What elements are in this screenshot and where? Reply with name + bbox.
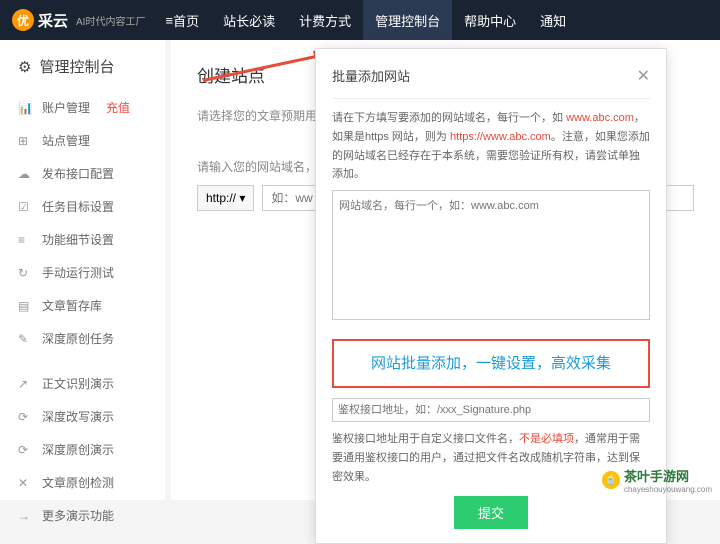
nav-console[interactable]: 管理控制台 [363,0,452,40]
nav-billing[interactable]: 计费方式 [287,0,363,40]
logo: 优 采云 AI时代内容工厂 [12,9,145,31]
watermark: 🍵 茶叶手游网 chayeshouyouwang.com [602,466,712,494]
sidebar-item-detect[interactable]: ✕文章原创检测 [0,466,165,499]
sidebar-item-publish[interactable]: ☁发布接口配置 [0,157,165,190]
sidebar-item-storage[interactable]: ▤文章暂存库 [0,289,165,322]
sidebar-item-textdemo[interactable]: ↗正文识别演示 [0,367,165,400]
gear-icon: ⚙ [18,58,31,76]
domains-textarea[interactable] [332,190,650,320]
check-icon: ☑ [18,200,32,214]
sidebar-item-account[interactable]: 📊账户管理充值 [0,91,165,124]
sidebar-item-original[interactable]: ✎深度原创任务 [0,322,165,355]
logo-badge: 优 [12,9,34,31]
sidebar-item-origdemo[interactable]: ⟳深度原创演示 [0,433,165,466]
cycle-icon: ⟳ [18,410,32,424]
close-icon[interactable]: ✕ [637,63,650,90]
arrow-icon: ↗ [18,377,32,391]
submit-button[interactable]: 提交 [454,496,528,529]
cycle-icon: ⟳ [18,443,32,457]
sidebar: ⚙管理控制台 📊账户管理充值 ⊞站点管理 ☁发布接口配置 ☑任务目标设置 ≡功能… [0,40,165,500]
nav-items: ≡ 首页 站长必读 计费方式 管理控制台 帮助中心 通知 [153,0,578,40]
edit-icon: ✎ [18,332,32,346]
modal-description: 请在下方填写要添加的网站域名，每行一个，如 www.abc.com，如果是htt… [332,109,650,184]
auth-url-input[interactable] [332,398,650,422]
nav-home[interactable]: ≡ 首页 [153,0,211,40]
cloud-icon: ☁ [18,167,32,181]
modal-title: 批量添加网站 [332,66,410,88]
sidebar-title: ⚙管理控制台 [0,56,165,91]
nav-notice[interactable]: 通知 [528,0,578,40]
storage-icon: ▤ [18,299,32,313]
grid-icon: ⊞ [18,134,32,148]
nav-help[interactable]: 帮助中心 [452,0,528,40]
nav-mustread[interactable]: 站长必读 [211,0,287,40]
protocol-select[interactable]: http:// ▾ [197,185,254,211]
sidebar-item-manual[interactable]: ↻手动运行测试 [0,256,165,289]
logo-subtitle: AI时代内容工厂 [76,13,145,28]
sidebar-item-rewritedemo[interactable]: ⟳深度改写演示 [0,400,165,433]
arrow-right-icon: → [18,509,32,523]
chart-icon: 📊 [18,101,32,115]
list-icon: ≡ [18,233,32,247]
x-icon: ✕ [18,476,32,490]
sidebar-item-tasks[interactable]: ☑任务目标设置 [0,190,165,223]
sidebar-item-features[interactable]: ≡功能细节设置 [0,223,165,256]
tea-icon: 🍵 [602,471,620,489]
sidebar-item-more[interactable]: →更多演示功能 [0,499,165,532]
sidebar-item-sites[interactable]: ⊞站点管理 [0,124,165,157]
refresh-icon: ↻ [18,266,32,280]
top-nav: 优 采云 AI时代内容工厂 ≡ 首页 站长必读 计费方式 管理控制台 帮助中心 … [0,0,720,40]
highlight-banner: 网站批量添加，一键设置，高效采集 [332,339,650,389]
recharge-link[interactable]: 充值 [106,99,130,116]
logo-text: 采云 [38,10,68,31]
